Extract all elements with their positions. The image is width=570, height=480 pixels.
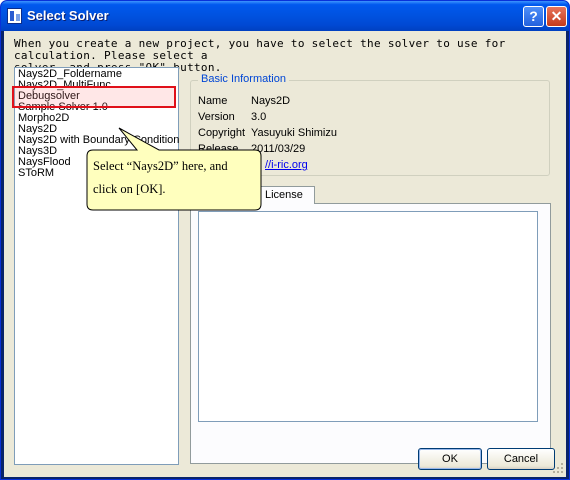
help-button[interactable]: ? <box>523 6 544 27</box>
select-solver-window: Select Solver ? ✕ When you create a new … <box>0 0 570 480</box>
intro-line-1: When you create a new project, you have … <box>14 37 506 62</box>
selection-highlight <box>12 86 176 108</box>
info-label-version: Version <box>198 111 235 123</box>
callout-line-2: click on [OK]. <box>93 182 166 196</box>
app-icon <box>7 8 22 24</box>
window-title: Select Solver <box>27 8 109 23</box>
info-label-name: Name <box>198 95 228 107</box>
close-button[interactable]: ✕ <box>546 6 567 27</box>
solver-item[interactable]: SToRM <box>18 168 54 179</box>
callout-line-1: Select “Nays2D” here, and <box>93 159 228 173</box>
callout-text: Select “Nays2D” here, and click on [OK]. <box>93 155 273 201</box>
close-icon: ✕ <box>550 8 563 24</box>
title-bar[interactable]: Select Solver ? ✕ <box>1 1 569 31</box>
resize-grip-icon[interactable] <box>553 463 564 474</box>
basic-info-title: Basic Information <box>198 73 289 85</box>
help-icon: ? <box>529 8 538 24</box>
license-text-area[interactable] <box>198 211 538 422</box>
info-value-version: 3.0 <box>251 111 267 123</box>
ok-button[interactable]: OK <box>418 448 482 470</box>
info-value-name: Nays2D <box>251 95 291 107</box>
cancel-button[interactable]: Cancel <box>487 448 555 470</box>
